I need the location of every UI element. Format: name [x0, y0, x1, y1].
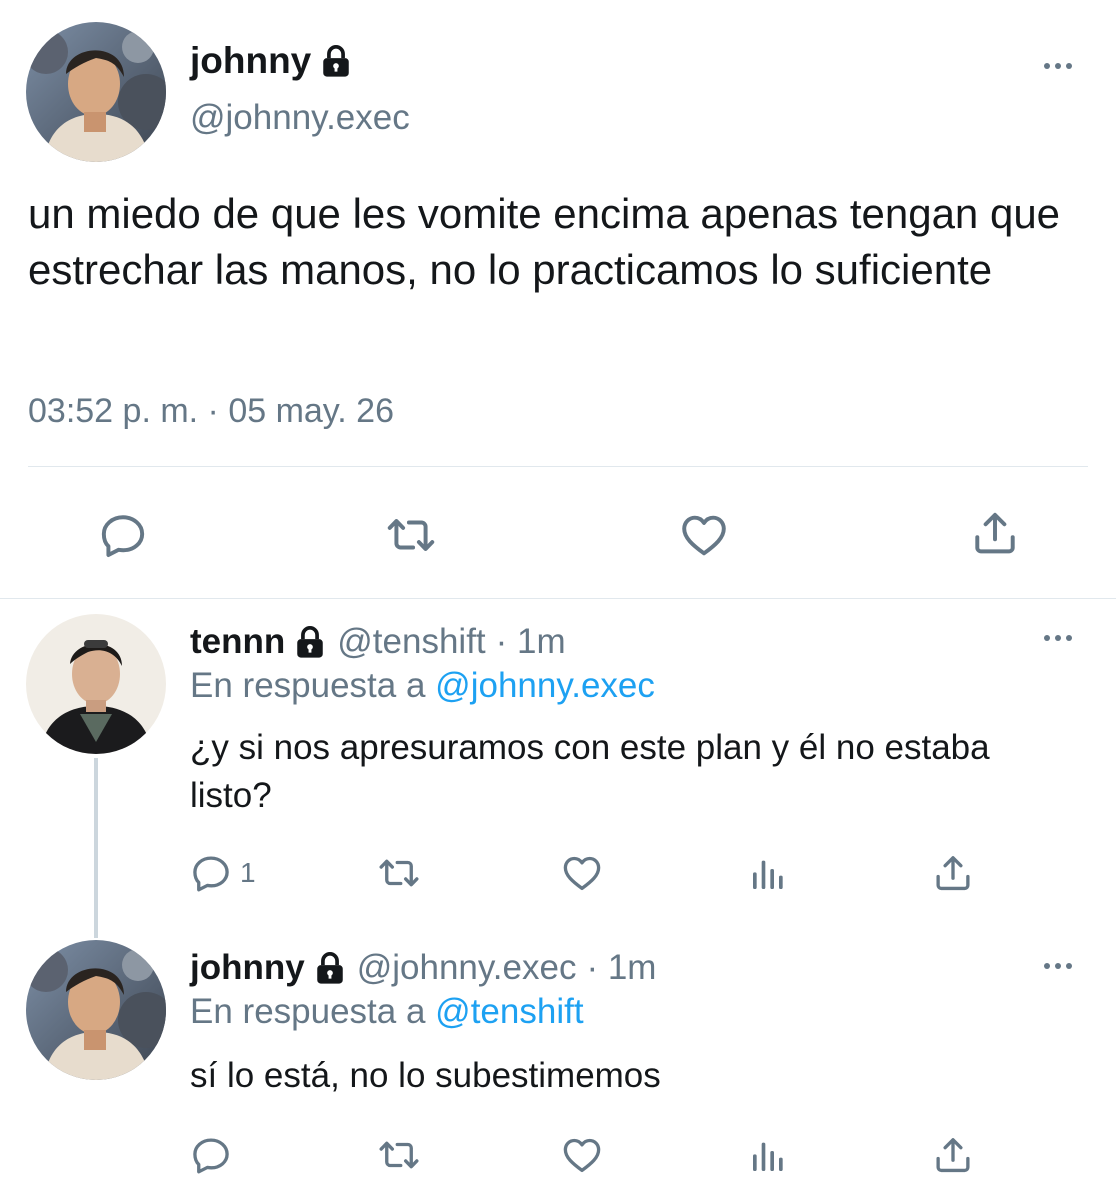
- more-options-button[interactable]: [1044, 63, 1072, 69]
- author-name-text: johnny: [190, 40, 312, 81]
- more-icon: [1044, 963, 1050, 969]
- analytics-icon: [748, 854, 788, 894]
- avatar-image: [26, 940, 166, 1080]
- like-button[interactable]: [678, 510, 730, 560]
- tweet-timestamp[interactable]: 03:52 p. m. · 05 may. 26: [28, 392, 394, 431]
- tweet-text: un miedo de que les vomite encima apenas…: [28, 190, 1061, 293]
- analytics-button[interactable]: [748, 854, 788, 894]
- author-name[interactable]: johnny: [190, 948, 347, 988]
- author-handle[interactable]: @johnny.exec: [190, 98, 410, 138]
- author-name[interactable]: tennn: [190, 622, 327, 662]
- reply-time: · 1m: [495, 622, 566, 661]
- share-button[interactable]: [932, 1134, 974, 1176]
- share-icon: [932, 852, 974, 894]
- reply-context-prefix: En respuesta a: [190, 666, 426, 705]
- thread-line: [94, 758, 98, 938]
- reply-icon: [190, 1134, 232, 1176]
- reply-button[interactable]: 1: [190, 852, 256, 894]
- retweet-button[interactable]: [376, 1134, 422, 1176]
- reply-text: ¿y si nos apresuramos con este plan y él…: [190, 728, 990, 815]
- reply-button[interactable]: [98, 510, 148, 560]
- more-icon: [1044, 635, 1050, 641]
- like-icon: [678, 510, 730, 560]
- retweet-icon: [376, 852, 422, 894]
- more-icon: [1044, 63, 1050, 69]
- like-icon: [560, 852, 604, 894]
- reply-avatar[interactable]: [26, 940, 166, 1080]
- author-handle[interactable]: @tenshift: [337, 622, 485, 662]
- retweet-button[interactable]: [384, 510, 438, 560]
- author-name[interactable]: johnny: [190, 40, 353, 82]
- like-icon: [560, 1134, 604, 1176]
- reply-button[interactable]: [190, 1134, 232, 1176]
- mention-link[interactable]: @johnny.exec: [435, 666, 655, 705]
- lock-icon: [319, 44, 353, 78]
- reply-context: En respuesta a @tenshift: [190, 992, 584, 1032]
- reply-avatar[interactable]: [26, 614, 166, 754]
- lock-icon: [313, 951, 347, 985]
- more-options-button[interactable]: [1044, 635, 1072, 641]
- share-button[interactable]: [970, 508, 1020, 558]
- reply-header: tennn @tenshift · 1m: [190, 622, 566, 662]
- divider: [0, 598, 1116, 599]
- retweet-icon: [384, 510, 438, 560]
- like-button[interactable]: [560, 1134, 604, 1176]
- reply-text: sí lo está, no lo subestimemos: [190, 1056, 661, 1095]
- analytics-icon: [748, 1136, 788, 1176]
- author-handle[interactable]: @johnny.exec: [357, 948, 577, 988]
- divider: [28, 466, 1088, 467]
- reply-context-prefix: En respuesta a: [190, 992, 426, 1031]
- analytics-button[interactable]: [748, 1136, 788, 1176]
- reply-icon: [98, 510, 148, 560]
- like-button[interactable]: [560, 852, 604, 894]
- lock-icon: [293, 625, 327, 659]
- reply-count: 1: [240, 857, 256, 888]
- share-icon: [932, 1134, 974, 1176]
- more-options-button[interactable]: [1044, 963, 1072, 969]
- reply-icon: [190, 852, 232, 894]
- mention-link[interactable]: @tenshift: [435, 992, 583, 1031]
- retweet-icon: [376, 1134, 422, 1176]
- avatar-image: [26, 614, 166, 754]
- reply-time: · 1m: [586, 948, 657, 987]
- avatar-image: [26, 22, 166, 162]
- share-button[interactable]: [932, 852, 974, 894]
- author-name-text: tennn: [190, 622, 286, 661]
- retweet-button[interactable]: [376, 852, 422, 894]
- reply-context: En respuesta a @johnny.exec: [190, 666, 655, 706]
- avatar[interactable]: [26, 22, 166, 162]
- share-icon: [970, 508, 1020, 558]
- author-name-text: johnny: [190, 948, 305, 987]
- reply-header: johnny @johnny.exec · 1m: [190, 948, 656, 988]
